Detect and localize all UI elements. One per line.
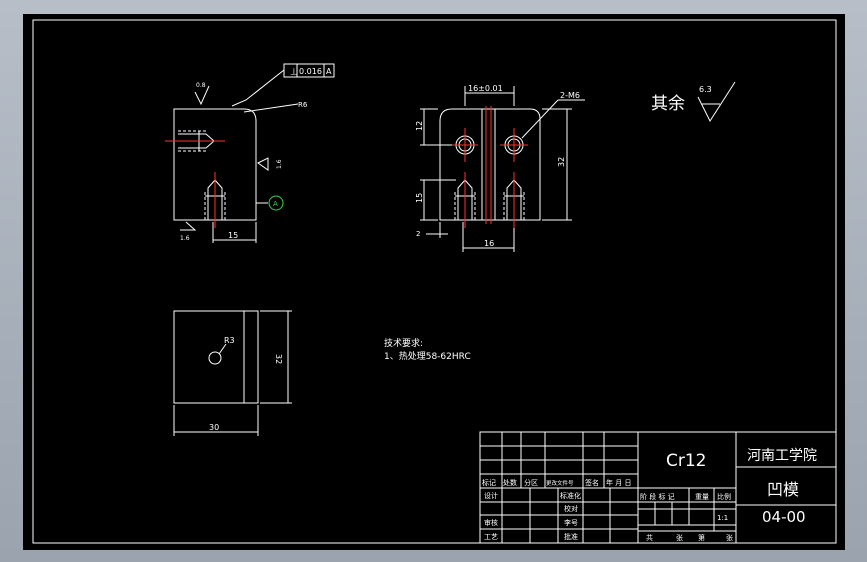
school-name: 河南工学院 <box>747 448 817 464</box>
scale-header: 比例 <box>717 492 731 501</box>
side-dim-left-lower-label: 15 <box>415 193 424 203</box>
side-dim-top-label: 16±0.01 <box>468 84 503 93</box>
revision-col-date: 年 月 日 <box>606 478 631 487</box>
side-dim-right-label: 32 <box>557 157 566 167</box>
cad-window: ⊥ 0.016 A R6 0.8 1.6 1.6 A 15 16±0.01 2-… <box>0 0 867 562</box>
thread-callout-label: 2-M6 <box>560 91 580 100</box>
drawing-sheet <box>23 14 845 550</box>
sheet-total-prefix: 共 <box>646 533 653 542</box>
part-name: 凹模 <box>767 480 799 499</box>
row-process-label: 工艺 <box>484 533 498 541</box>
sheet-total-suffix: 张 <box>676 533 683 542</box>
material-label: Cr12 <box>666 451 707 471</box>
sheet-number-prefix: 第 <box>698 533 705 542</box>
fillet-radius-label: R6 <box>298 101 308 109</box>
row-design-label: 设计 <box>484 491 498 500</box>
weight-header: 重量 <box>695 493 709 501</box>
surface-finish-label: 其余 <box>651 94 685 114</box>
stage-header: 阶 段 标 记 <box>640 492 675 501</box>
top-dim-right-label: 32 <box>274 354 283 364</box>
revision-col-doc: 更改文件号 <box>546 479 574 487</box>
row-check-label: 校对 <box>564 504 578 513</box>
front-dim-bottom-label: 15 <box>228 231 238 240</box>
side-dim-small-label: 2 <box>416 230 420 238</box>
sheet-number-suffix: 张 <box>726 533 733 542</box>
drawing-number: 04-00 <box>762 508 806 526</box>
perpendicularity-symbol: ⊥ <box>290 68 298 78</box>
row-review-label: 审核 <box>484 518 498 527</box>
side-dim-left-upper-label: 12 <box>415 121 424 131</box>
roughness-right-label: 1.6 <box>276 159 283 169</box>
roughness-bottom-label: 1.6 <box>180 235 190 242</box>
perpendicularity-datum: A <box>326 67 332 76</box>
datum-label: A <box>273 200 278 208</box>
roughness-top-label: 0.8 <box>196 82 206 89</box>
tech-req-title: 技术要求: <box>384 337 423 349</box>
revision-col-zone: 分区 <box>524 478 538 487</box>
row-standard-label: 标准化 <box>560 491 581 500</box>
scale-label: 1:1 <box>717 514 728 522</box>
row-number-label: 李号 <box>564 518 578 527</box>
tech-req-item-1: 1、热处理58-62HRC <box>384 350 471 362</box>
top-dim-bottom-label: 30 <box>209 423 219 432</box>
revision-col-mark: 标记 <box>482 478 496 487</box>
cad-drawing-canvas: ⊥ 0.016 A R6 0.8 1.6 1.6 A 15 16±0.01 2-… <box>23 14 845 550</box>
surface-finish-value: 6.3 <box>699 85 712 94</box>
revision-col-count: 处数 <box>503 478 517 487</box>
top-radius-label: R3 <box>224 336 235 345</box>
perpendicularity-tolerance: 0.016 <box>299 67 322 76</box>
row-approve-label: 批准 <box>564 532 578 541</box>
side-dim-bottom-label: 16 <box>484 239 494 248</box>
revision-col-sign: 签名 <box>585 478 599 487</box>
